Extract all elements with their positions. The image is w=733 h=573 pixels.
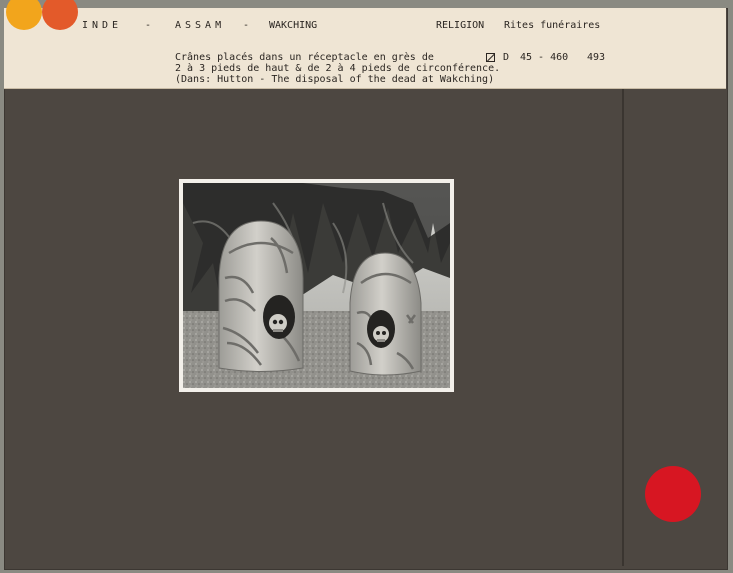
skull-receptacles-photo xyxy=(183,183,450,388)
subcategory-label: Rites funéraires xyxy=(504,20,601,31)
caption-line-2: 2 à 3 pieds de haut & de 2 à 4 pieds de … xyxy=(175,63,501,74)
orange-tab-marker xyxy=(6,0,42,30)
checked-box-icon xyxy=(486,53,495,62)
caption-line-1: Crânes placés dans un réceptacle en grès… xyxy=(175,52,434,63)
red-seal-dot xyxy=(645,466,701,522)
caption-line-3: (Dans: Hutton - The disposal of the dead… xyxy=(175,74,495,85)
photo-mount xyxy=(179,179,454,392)
header-separator: - xyxy=(243,20,250,31)
region-label: ASSAM xyxy=(175,20,226,31)
locality-label: WAKCHING xyxy=(269,20,318,31)
country-label: INDE xyxy=(82,20,123,31)
board-divider-line xyxy=(622,88,624,566)
catalog-label: INDE - ASSAM - WAKCHING RELIGION Rites f… xyxy=(4,0,726,89)
header-separator: - xyxy=(145,20,152,31)
reference-prefix: D xyxy=(503,52,510,63)
red-tab-marker xyxy=(42,0,78,30)
reference-code: 45 - 460 xyxy=(520,52,569,63)
category-label: RELIGION xyxy=(436,20,485,31)
reference-number: 493 xyxy=(587,52,606,63)
photo-illustration xyxy=(183,183,450,388)
